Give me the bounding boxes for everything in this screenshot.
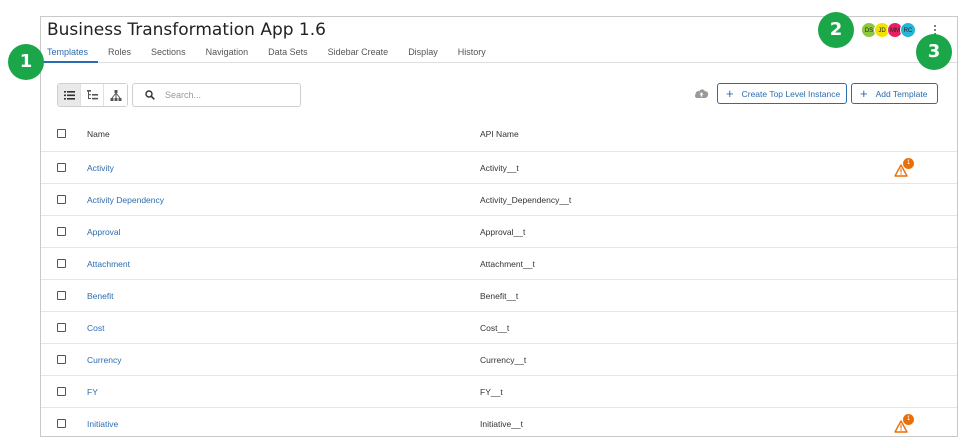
tree-view-button[interactable] xyxy=(81,84,104,106)
template-api-name: Benefit__t xyxy=(480,290,519,301)
search-icon xyxy=(145,90,155,100)
template-name-link[interactable]: Currency xyxy=(87,355,121,365)
template-api-name: Currency__t xyxy=(480,354,527,365)
list-view-button[interactable] xyxy=(58,84,81,106)
row-checkbox[interactable] xyxy=(57,290,66,300)
table-row: FY FY__t xyxy=(41,376,957,408)
template-name-link[interactable]: Benefit xyxy=(87,291,113,301)
tab-navigation[interactable]: Navigation xyxy=(196,45,259,63)
tab-bar: Templates Roles Sections Navigation Data… xyxy=(41,45,496,63)
table-header-row: Name API Name xyxy=(41,116,957,152)
hierarchy-view-button[interactable] xyxy=(104,84,127,106)
template-api-name: Approval__t xyxy=(480,226,526,237)
tab-history[interactable]: History xyxy=(448,45,496,63)
plus-icon: + xyxy=(726,86,734,101)
row-checkbox[interactable] xyxy=(57,354,66,364)
add-template-button[interactable]: + Add Template xyxy=(851,83,938,104)
app-frame: Business Transformation App 1.6 Template… xyxy=(40,16,958,437)
row-checkbox[interactable] xyxy=(57,226,66,236)
search-input[interactable] xyxy=(165,90,285,100)
table-row: Activity Dependency Activity_Dependency_… xyxy=(41,184,957,216)
table-row: Attachment Attachment__t xyxy=(41,248,957,280)
table-row: Benefit Benefit__t xyxy=(41,280,957,312)
template-api-name: Initiative__t xyxy=(480,418,523,429)
tab-sidebar-create[interactable]: Sidebar Create xyxy=(318,45,399,63)
row-checkbox[interactable] xyxy=(57,258,66,268)
template-name-link[interactable]: Cost xyxy=(87,323,104,333)
cloud-upload-icon[interactable] xyxy=(694,88,709,99)
template-api-name: Attachment__t xyxy=(480,258,535,269)
template-name-link[interactable]: Activity xyxy=(87,163,114,173)
create-top-level-instance-button[interactable]: + Create Top Level Instance xyxy=(717,83,847,104)
warning-indicator[interactable]: 1 xyxy=(894,414,914,434)
template-name-link[interactable]: FY xyxy=(87,387,98,397)
row-checkbox[interactable] xyxy=(57,418,66,428)
table-row: Cost Cost__t xyxy=(41,312,957,344)
app-title: Business Transformation App 1.6 xyxy=(47,20,326,40)
template-api-name: Activity__t xyxy=(480,162,519,173)
template-api-name: Activity_Dependency__t xyxy=(480,194,572,205)
tab-sections[interactable]: Sections xyxy=(141,45,196,63)
tree-icon xyxy=(86,90,98,100)
plus-icon: + xyxy=(860,86,868,101)
table-row: Initiative Initiative__t 1 xyxy=(41,408,957,436)
tab-display[interactable]: Display xyxy=(398,45,448,63)
select-all-checkbox[interactable] xyxy=(57,128,66,138)
callout-marker-1: 1 xyxy=(8,44,44,80)
row-checkbox[interactable] xyxy=(57,322,66,332)
add-template-label: Add Template xyxy=(875,88,928,99)
column-header-name[interactable]: Name xyxy=(87,129,110,139)
table-row: Activity Activity__t 1 xyxy=(41,152,957,184)
table-row: Approval Approval__t xyxy=(41,216,957,248)
templates-panel: + Create Top Level Instance + Add Templa… xyxy=(41,64,957,436)
warning-count-badge: 1 xyxy=(903,158,914,169)
row-checkbox[interactable] xyxy=(57,386,66,396)
callout-marker-2: 2 xyxy=(818,12,854,48)
tab-templates[interactable]: Templates xyxy=(41,45,99,63)
column-header-api-name[interactable]: API Name xyxy=(480,129,519,139)
row-checkbox[interactable] xyxy=(57,194,66,204)
template-name-link[interactable]: Approval xyxy=(87,227,121,237)
avatar-group: DS JD MM RC xyxy=(861,22,916,38)
view-toggle-group xyxy=(57,83,128,107)
list-icon xyxy=(63,90,75,100)
templates-table: Name API Name Activity Activity__t 1 Act… xyxy=(41,116,957,436)
template-name-link[interactable]: Activity Dependency xyxy=(87,195,164,205)
search-box xyxy=(132,83,301,107)
tab-roles[interactable]: Roles xyxy=(98,45,141,63)
template-api-name: Cost__t xyxy=(480,322,510,333)
hierarchy-icon xyxy=(110,89,121,101)
warning-indicator[interactable]: 1 xyxy=(894,158,914,178)
template-api-name: FY__t xyxy=(480,386,503,397)
avatar[interactable]: RC xyxy=(900,22,916,38)
callout-marker-3: 3 xyxy=(916,34,952,70)
template-name-link[interactable]: Attachment xyxy=(87,259,130,269)
table-row: Currency Currency__t xyxy=(41,344,957,376)
tab-data-sets[interactable]: Data Sets xyxy=(258,45,318,63)
warning-count-badge: 1 xyxy=(903,414,914,425)
create-top-level-instance-label: Create Top Level Instance xyxy=(741,88,841,99)
template-name-link[interactable]: Initiative xyxy=(87,419,118,429)
row-checkbox[interactable] xyxy=(57,162,66,172)
